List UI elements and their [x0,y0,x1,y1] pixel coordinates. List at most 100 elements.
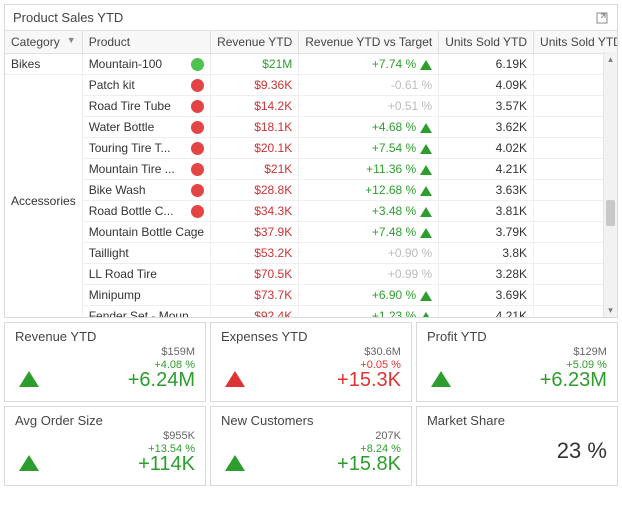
units-cell: 3.81K [439,201,534,222]
kpi-subvalue: 207K [221,430,401,443]
col-revenue[interactable]: Revenue YTD [211,31,299,54]
revenue-cell: $92.4K [211,306,299,318]
triangle-indicator-icon [19,455,39,471]
rev-vs-target-cell: +3.48 % [299,201,439,222]
kpi-card[interactable]: Market Share23 % [416,406,618,486]
kpi-subvalue: $30.6M [221,346,401,359]
table-row[interactable]: Mountain Tire ...$21K+11.36 %4.21K+429 [5,159,617,180]
units-cell: 4.21K [439,306,534,318]
kpi-title: Avg Order Size [15,413,195,428]
table-row[interactable]: LL Road Tire$70.5K+0.99 %3.28K+32 [5,264,617,285]
triangle-up-icon [420,291,432,301]
status-circle-icon [191,142,204,155]
vertical-scrollbar[interactable]: ▴ ▾ [603,52,617,317]
rev-vs-target-cell: -0.61 % [299,75,439,96]
rev-vs-target-cell: +7.48 % [299,222,439,243]
kpi-value: 23 % [427,428,607,464]
panel-title: Product Sales YTD [13,10,123,25]
product-name: Bike Wash [89,183,146,197]
table-row[interactable]: Road Tire Tube$14.2K+0.51 %3.57K+18 [5,96,617,117]
product-name: Water Bottle [89,120,155,134]
product-name: Taillight [89,246,129,260]
units-cell: 3.62K [439,117,534,138]
product-name: Touring Tire T... [89,141,171,155]
product-cell: Mountain Bottle Cage [82,222,210,243]
kpi-card[interactable]: New Customers207K+8.24 %+15.8K [210,406,412,486]
table-row[interactable]: Fender Set - Moun...$92.4K+1.23 %4.21K+5… [5,306,617,318]
kpi-value: +6.23M [427,369,607,392]
product-cell: Water Bottle [82,117,210,138]
col-category-label: Category [11,35,60,49]
table-row[interactable]: Water Bottle$18.1K+4.68 %3.62K+162 [5,117,617,138]
product-cell: Mountain-100 [82,54,210,75]
revenue-cell: $9.36K [211,75,299,96]
triangle-indicator-icon [225,455,245,471]
table-row[interactable]: AccessoriesPatch kit$9.36K-0.61 %4.09K-2… [5,75,617,96]
revenue-cell: $70.5K [211,264,299,285]
kpi-card[interactable]: Profit YTD$129M+5.09 %+6.23M [416,322,618,402]
revenue-cell: $21M [211,54,299,75]
col-rev-vs-label: Revenue YTD vs Target [305,35,432,49]
kpi-value: +15.3K [221,369,401,392]
kpi-card[interactable]: Revenue YTD$159M+4.08 %+6.24M [4,322,206,402]
status-circle-icon [191,205,204,218]
table-row[interactable]: Road Bottle C...$34.3K+3.48 %3.81K+128 [5,201,617,222]
scroll-down-icon[interactable]: ▾ [604,303,617,317]
kpi-cards: Revenue YTD$159M+4.08 %+6.24M Expenses YT… [0,322,622,490]
maximize-icon[interactable] [595,11,609,25]
grid-wrap: Category ▼ Product Revenue YTD Revenue Y… [5,30,617,317]
product-cell: Road Bottle C... [82,201,210,222]
table-row[interactable]: Mountain Bottle Cage$37.9K+7.48 %3.79K+2… [5,222,617,243]
revenue-cell: $28.8K [211,180,299,201]
triangle-up-icon [420,123,432,133]
col-units-vs-target[interactable]: Units Sold YTD vs Target [534,31,617,54]
kpi-title: Expenses YTD [221,329,401,344]
scroll-up-icon[interactable]: ▴ [604,52,617,66]
scroll-thumb[interactable] [606,200,615,226]
units-cell: 3.69K [439,285,534,306]
product-cell: Taillight [82,243,210,264]
product-cell: LL Road Tire [82,264,210,285]
col-rev-vs-target[interactable]: Revenue YTD vs Target [299,31,439,54]
units-cell: 3.63K [439,180,534,201]
table-row[interactable]: Minipump$73.7K+6.90 %3.69K+238 [5,285,617,306]
table-row[interactable]: BikesMountain-100$21M+7.74 %6.19K+444 [5,54,617,75]
table-row[interactable]: Touring Tire T...$20.1K+7.54 %4.02K+282 [5,138,617,159]
revenue-cell: $14.2K [211,96,299,117]
units-cell: 3.8K [439,243,534,264]
product-cell: Mountain Tire ... [82,159,210,180]
kpi-card[interactable]: Avg Order Size$955K+13.54 %+114K [4,406,206,486]
triangle-indicator-icon [225,371,245,387]
triangle-up-icon [420,186,432,196]
table-row[interactable]: Bike Wash$28.8K+12.68 %3.63K+408 [5,180,617,201]
triangle-indicator-icon [19,371,39,387]
product-cell: Fender Set - Moun... [82,306,210,318]
sales-grid: Category ▼ Product Revenue YTD Revenue Y… [5,30,617,317]
product-name: Patch kit [89,78,135,92]
col-category[interactable]: Category ▼ [5,31,82,54]
triangle-indicator-icon [431,371,451,387]
revenue-cell: $34.3K [211,201,299,222]
units-cell: 4.02K [439,138,534,159]
rev-vs-target-cell: +0.90 % [299,243,439,264]
col-units[interactable]: Units Sold YTD [439,31,534,54]
rev-vs-target-cell: +11.36 % [299,159,439,180]
kpi-card[interactable]: Expenses YTD$30.6M+0.05 %+15.3K [210,322,412,402]
product-name: Road Tire Tube [89,99,171,113]
units-cell: 6.19K [439,54,534,75]
triangle-up-icon [420,207,432,217]
status-circle-icon [191,100,204,113]
table-row[interactable]: Taillight$53.2K+0.90 %3.8K+34 [5,243,617,264]
header-row: Category ▼ Product Revenue YTD Revenue Y… [5,31,617,54]
col-product[interactable]: Product [82,31,210,54]
product-name: Fender Set - Moun... [89,309,199,317]
product-sales-panel: Product Sales YTD Category ▼ Product Rev… [4,4,618,318]
product-name: Mountain Tire ... [89,162,175,176]
kpi-value: +15.8K [221,453,401,476]
category-cell: Bikes [5,54,82,75]
kpi-title: Market Share [427,413,607,428]
kpi-value: +114K [15,453,195,476]
product-cell: Bike Wash [82,180,210,201]
product-cell: Minipump [82,285,210,306]
revenue-cell: $18.1K [211,117,299,138]
